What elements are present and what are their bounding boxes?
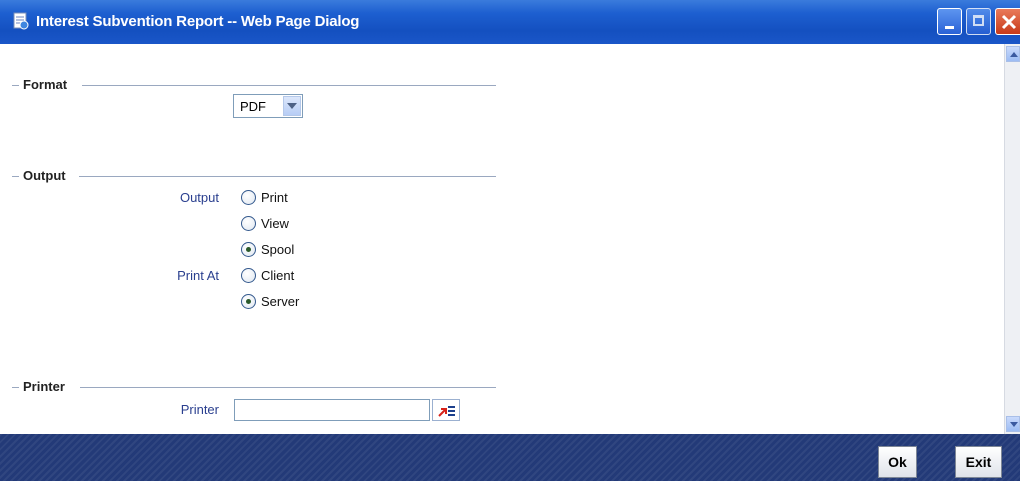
radio-label: View [261,216,289,231]
printer-heading: Printer [23,379,65,394]
radio-button[interactable] [241,190,256,205]
chevron-down-icon[interactable] [283,96,301,116]
format-select[interactable]: PDF [233,94,303,118]
printer-label: Printer [180,402,219,417]
exit-button[interactable]: Exit [955,446,1002,478]
radio-label: Server [261,294,300,309]
ie-page-icon [13,12,29,30]
print-at-label: Print At [177,268,219,283]
scroll-up-icon[interactable] [1006,46,1020,62]
output-heading: Output [23,168,66,183]
output-section-heading: Output [12,168,496,184]
scroll-down-icon[interactable] [1006,416,1020,432]
printer-input[interactable] [234,399,430,421]
radio-label: Spool [261,242,295,257]
printer-section-heading: Printer [12,379,496,395]
minimize-icon[interactable] [937,8,962,35]
section-rule [79,176,496,177]
section-dash [12,85,19,86]
radio-button-selected[interactable] [241,242,256,257]
dialog-content [10,44,1004,434]
ok-button[interactable]: Ok [878,446,917,478]
vertical-scrollbar[interactable] [1004,44,1020,434]
radio-label: Print [261,190,288,205]
section-dash [12,387,19,388]
format-heading: Format [23,77,68,92]
maximize-icon[interactable] [966,8,991,35]
format-section-heading: Format [12,77,496,93]
radio-label: Client [261,268,295,283]
section-dash [12,176,19,177]
title-bar: Interest Subvention Report -- Web Page D… [0,0,1020,44]
format-select-value: PDF [240,99,266,114]
section-rule [80,387,496,388]
footer-bar [0,434,1020,481]
close-icon[interactable] [995,8,1020,35]
radio-button[interactable] [241,268,256,283]
radio-button-selected[interactable] [241,294,256,309]
radio-button[interactable] [241,216,256,231]
list-of-values-icon[interactable] [432,399,460,421]
section-rule [82,85,496,86]
window-title: Interest Subvention Report -- Web Page D… [36,13,360,30]
output-label: Output [179,190,219,205]
